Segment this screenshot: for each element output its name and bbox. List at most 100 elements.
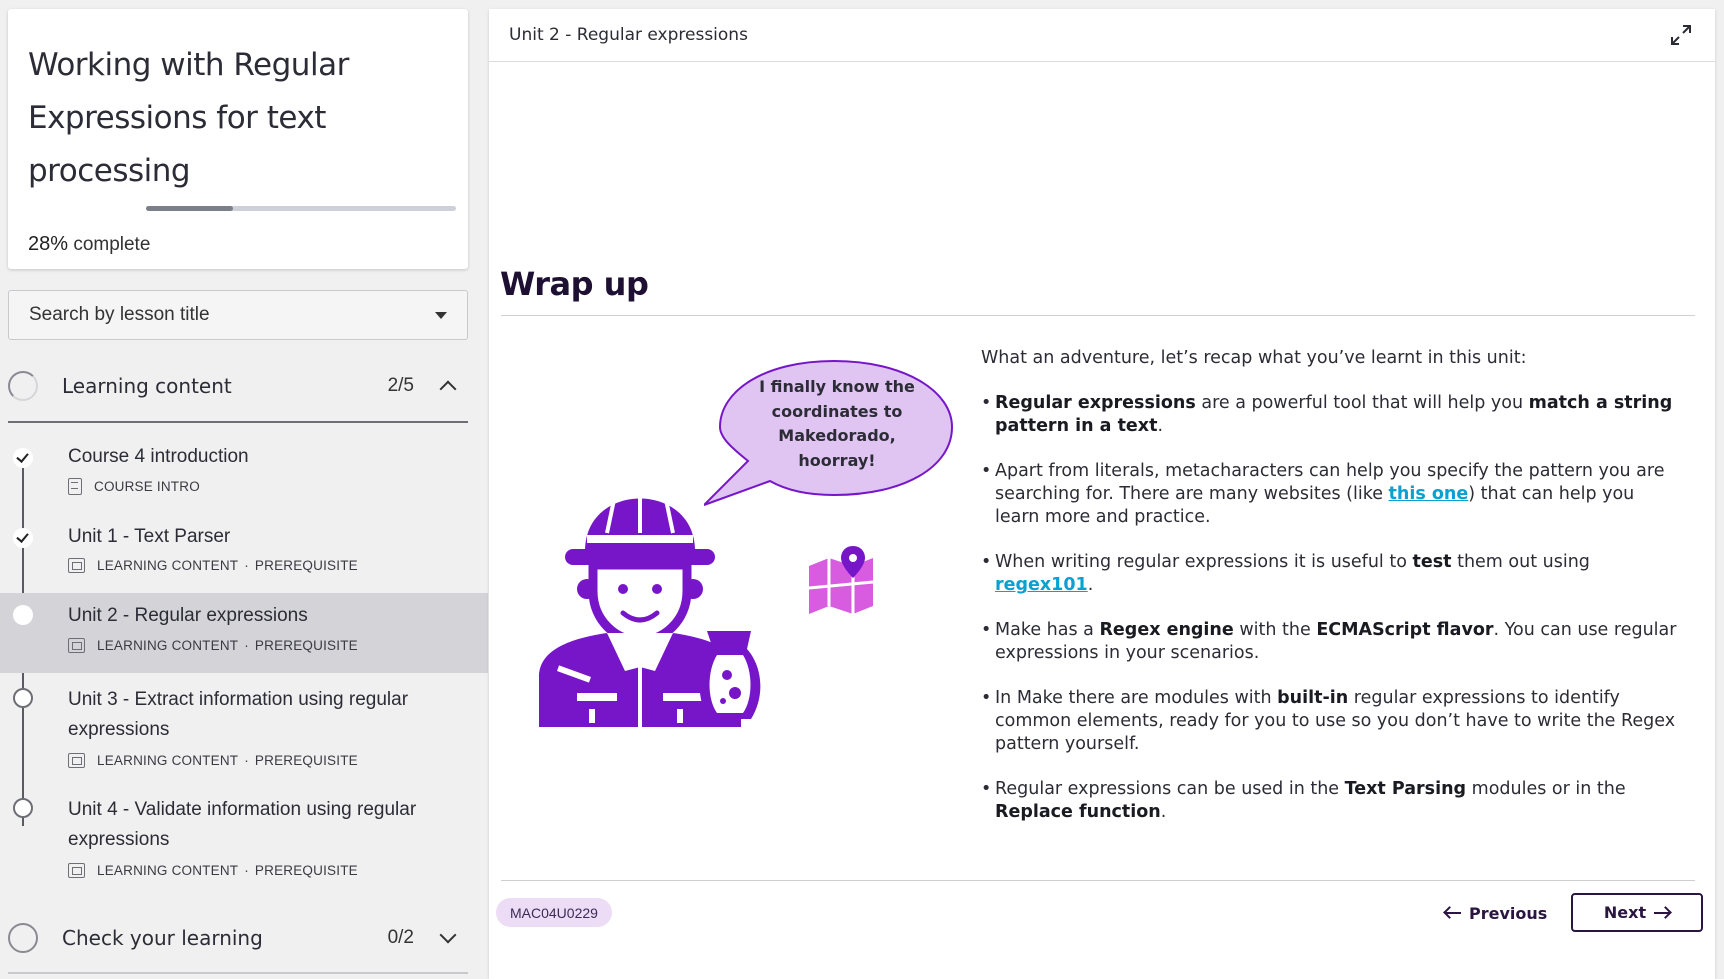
lesson-meta: COURSE INTRO	[68, 478, 200, 495]
regex101-link[interactable]: regex101	[995, 575, 1088, 595]
chevron-up-icon[interactable]	[439, 380, 457, 398]
lesson-tag: PREREQUISITE	[254, 863, 358, 878]
lesson-type: LEARNING CONTENT	[97, 558, 239, 573]
progress-suffix: complete	[73, 234, 151, 255]
lesson-item[interactable]: Unit 1 - Text Parser LEARNING CONTENT · …	[0, 518, 488, 598]
bullet-text: them out using	[1451, 552, 1590, 572]
lesson-item[interactable]: Unit 4 - Validate information using regu…	[0, 795, 488, 905]
bullet-text: .	[1087, 575, 1094, 595]
explorer-illustration-icon	[539, 487, 761, 727]
document-icon	[68, 478, 82, 495]
lesson-tag: PREREQUISITE	[254, 638, 358, 653]
list-item: Make has a Regex engine with the ECMAScr…	[981, 619, 1681, 665]
bullet-text: are a powerful tool that will help you	[1195, 393, 1529, 413]
bullet-strong: Regular expressions	[995, 393, 1196, 413]
course-title: Working with Regular Expressions for tex…	[28, 47, 349, 189]
bullet-strong: Text Parsing	[1344, 779, 1467, 799]
this-one-link[interactable]: this one	[1389, 484, 1469, 504]
section-count: 2/5	[387, 375, 414, 396]
lesson-panel: Unit 2 - Regular expressions Wrap up I f…	[489, 9, 1715, 979]
expand-icon[interactable]	[1669, 23, 1693, 47]
lesson-item[interactable]: Unit 3 - Extract information using regul…	[0, 685, 488, 795]
screen-icon	[68, 638, 85, 653]
progress-bar	[146, 206, 456, 211]
lesson-meta: LEARNING CONTENT · PREREQUISITE	[68, 753, 358, 768]
bullet-text: modules or in the	[1466, 779, 1626, 799]
meta-separator: ·	[244, 753, 249, 768]
map-pin-icon	[808, 546, 874, 614]
next-label: Next	[1603, 903, 1647, 922]
heading-divider	[501, 315, 1695, 316]
panel-title: Unit 2 - Regular expressions	[509, 25, 748, 45]
lesson-title: Unit 1 - Text Parser	[68, 526, 231, 547]
caret-down-icon	[435, 311, 447, 319]
speech-bubble-text: I finally know the coordinates to Makedo…	[759, 377, 915, 470]
lesson-code-badge: MAC04U0229	[496, 898, 612, 927]
bullet-text: When writing regular expressions it is u…	[995, 552, 1413, 572]
section-header-check-your-learning[interactable]: Check your learning 0/2	[8, 902, 468, 974]
lesson-meta: LEARNING CONTENT · PREREQUISITE	[68, 863, 358, 878]
recap-list: Regular expressions are a powerful tool …	[981, 392, 1681, 824]
checkmark-icon	[13, 528, 33, 548]
arrow-right-icon	[1654, 911, 1671, 914]
lesson-meta: LEARNING CONTENT · PREREQUISITE	[68, 558, 358, 573]
progress-value: 28%	[28, 233, 69, 255]
circle-empty-icon	[13, 798, 33, 818]
next-button[interactable]: Next	[1571, 893, 1703, 932]
section-title: Learning content	[62, 374, 232, 398]
footer-divider	[501, 880, 1695, 881]
progress-bar-fill	[146, 206, 233, 211]
list-item: Regular expressions can be used in the T…	[981, 778, 1681, 824]
list-item: Apart from literals, metacharacters can …	[981, 460, 1681, 529]
bullet-text: with the	[1233, 620, 1317, 640]
bullet-text: Make has a	[995, 620, 1100, 640]
meta-separator: ·	[244, 863, 249, 878]
screen-icon	[68, 863, 85, 878]
lesson-meta: LEARNING CONTENT · PREREQUISITE	[68, 638, 358, 653]
list-item: Regular expressions are a powerful tool …	[981, 392, 1681, 438]
bullet-strong: test	[1412, 552, 1452, 572]
progress-text: 28% complete	[28, 233, 150, 256]
lesson-type: LEARNING CONTENT	[97, 753, 239, 768]
content-heading: Wrap up	[500, 265, 649, 303]
lesson-type: LEARNING CONTENT	[97, 638, 239, 653]
bullet-strong: ECMAScript flavor	[1316, 620, 1494, 640]
lesson-title: Unit 3 - Extract information using regul…	[68, 689, 409, 740]
lesson-search-select[interactable]: Search by lesson title	[8, 290, 468, 340]
previous-label: Previous	[1469, 903, 1548, 923]
arrow-left-icon	[1445, 912, 1461, 914]
lesson-tag: PREREQUISITE	[254, 558, 358, 573]
course-card: Working with Regular Expressions for tex…	[8, 9, 468, 269]
lesson-tag: PREREQUISITE	[254, 753, 358, 768]
intro-text: What an adventure, let’s recap what you’…	[981, 348, 1527, 368]
lesson-item-active[interactable]: Unit 2 - Regular expressions LEARNING CO…	[0, 593, 488, 673]
screen-icon	[68, 753, 85, 768]
chevron-down-icon[interactable]	[439, 926, 457, 944]
section-title: Check your learning	[62, 926, 263, 950]
current-lesson-dot-icon	[13, 605, 33, 625]
panel-header: Unit 2 - Regular expressions	[489, 9, 1715, 62]
bullet-text: .	[1160, 802, 1167, 822]
list-item: When writing regular expressions it is u…	[981, 551, 1681, 597]
lesson-item[interactable]: Course 4 introduction COURSE INTRO	[0, 438, 488, 518]
section-divider	[8, 421, 468, 423]
bullet-text: In Make there are modules with	[995, 688, 1278, 708]
lesson-title: Course 4 introduction	[68, 446, 249, 467]
previous-button[interactable]: Previous	[1433, 895, 1559, 931]
checkmark-icon	[13, 448, 33, 468]
list-item: In Make there are modules with built-in …	[981, 687, 1681, 756]
bullet-strong: built-in	[1277, 688, 1349, 708]
section-count: 0/2	[387, 927, 414, 948]
section-progress-ring-icon	[8, 371, 38, 401]
lesson-type: LEARNING CONTENT	[97, 863, 239, 878]
wrap-up-content: What an adventure, let’s recap what you’…	[981, 347, 1681, 846]
circle-empty-icon	[13, 688, 33, 708]
lesson-title: Unit 4 - Validate information using regu…	[68, 799, 417, 850]
bullet-strong: Replace function	[995, 802, 1161, 822]
bullet-text: .	[1157, 416, 1164, 436]
section-header-learning-content[interactable]: Learning content 2/5	[8, 350, 468, 422]
lesson-title: Unit 2 - Regular expressions	[68, 605, 308, 626]
bullet-text: Regular expressions can be used in the	[995, 779, 1345, 799]
section-divider	[8, 972, 468, 974]
meta-separator: ·	[244, 638, 249, 653]
